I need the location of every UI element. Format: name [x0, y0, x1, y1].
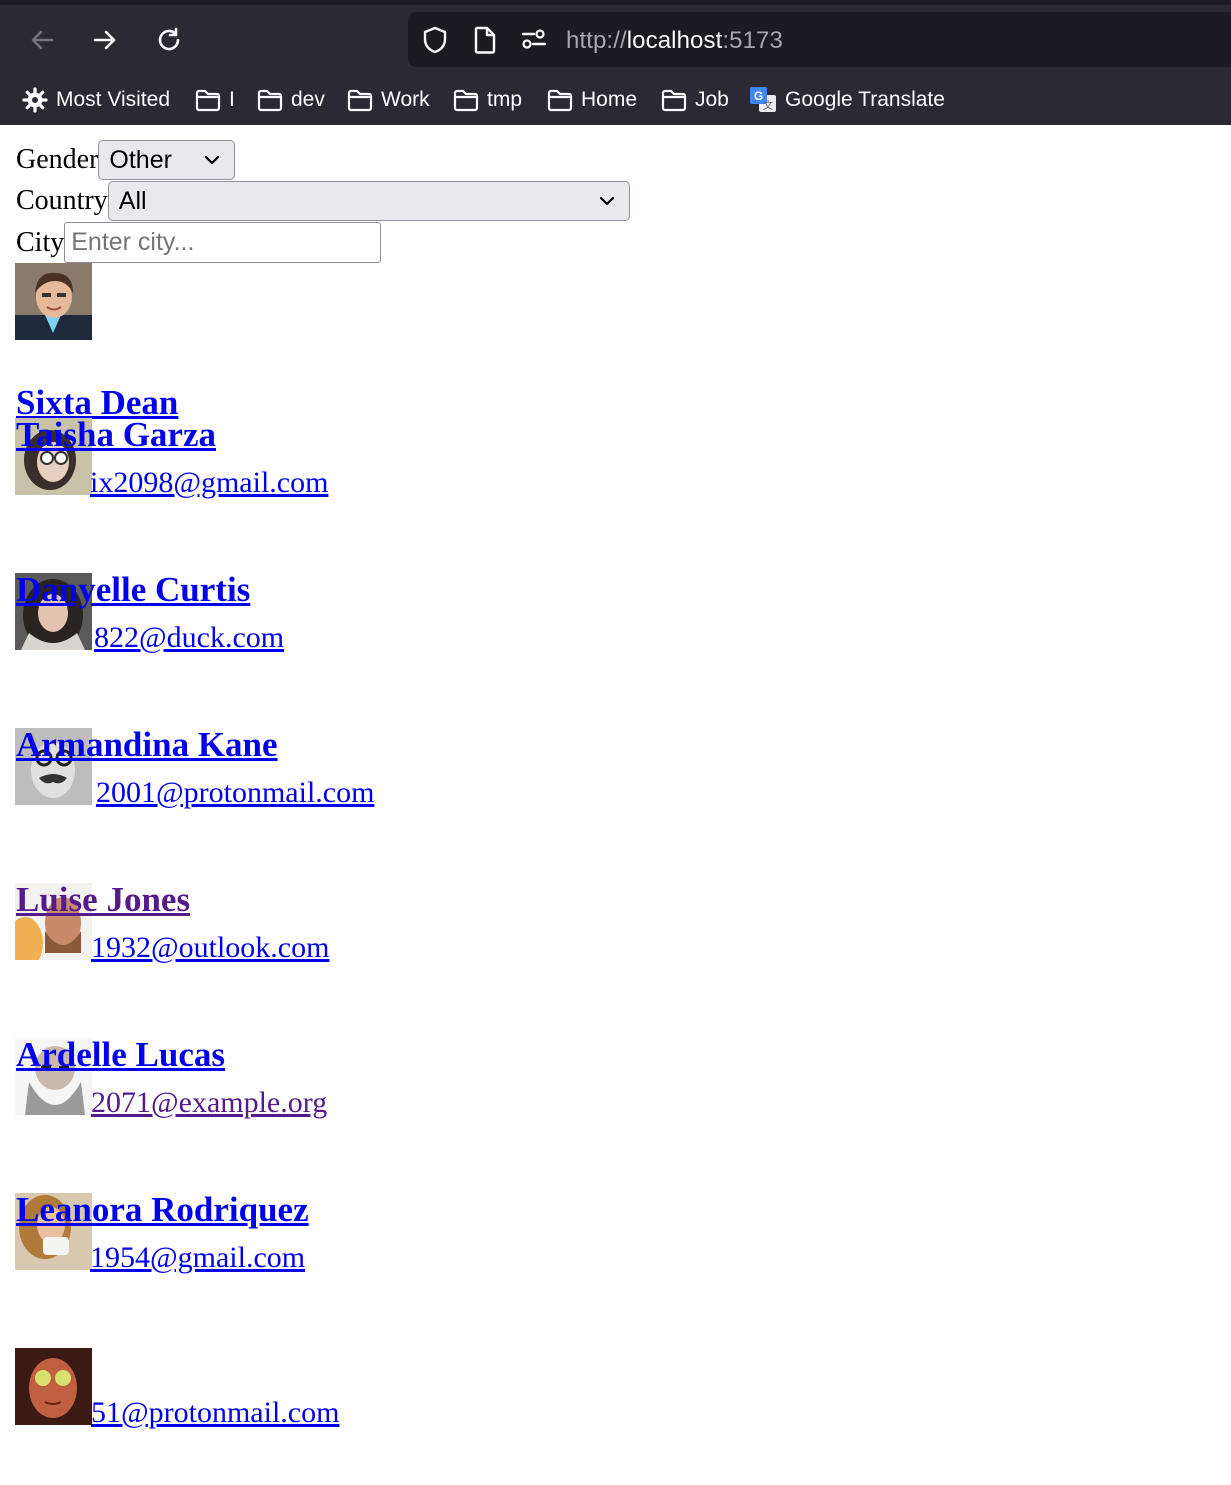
svg-text:G: G	[754, 89, 763, 103]
bookmarks-toolbar: Most Visited I dev Work tmp Home Job G 文…	[0, 80, 1231, 120]
page-icon[interactable]	[472, 25, 498, 55]
bookmark-folder-tmp[interactable]: tmp	[453, 84, 522, 116]
gear-icon	[22, 87, 48, 113]
url-host: localhost	[626, 27, 723, 54]
user-name-link[interactable]: Ardelle Lucas	[16, 1037, 225, 1072]
reload-button[interactable]	[151, 22, 187, 58]
bookmark-folder-home[interactable]: Home	[547, 84, 637, 116]
url-port: :5173	[722, 27, 783, 54]
country-filter: Country All	[16, 181, 630, 221]
bookmark-folder-i[interactable]: I	[195, 84, 235, 116]
folder-icon	[661, 89, 687, 112]
city-input[interactable]: Enter city...	[64, 222, 382, 263]
user-name-link[interactable]: Danyelle Curtis	[16, 572, 250, 607]
user-card: Armandina Kane 1932@outlook.com	[15, 727, 715, 963]
folder-icon	[547, 89, 573, 112]
bookmark-label: Job	[695, 88, 729, 111]
bookmark-label: dev	[291, 88, 325, 111]
folder-icon	[257, 89, 283, 112]
folder-icon	[347, 89, 373, 112]
user-email-link[interactable]: 51@protonmail.com	[91, 1398, 339, 1428]
bookmark-label: I	[229, 88, 235, 111]
gender-select[interactable]: Other	[98, 140, 236, 180]
back-button[interactable]	[24, 22, 60, 58]
url-scheme: http://	[566, 27, 627, 54]
bookmark-label: tmp	[487, 88, 523, 111]
user-card: Ardelle Lucas 1954@gmail.com	[15, 1037, 715, 1273]
user-card: Luise Jones 2071@example.org	[15, 882, 715, 1118]
bookmark-folder-dev[interactable]: dev	[257, 84, 325, 116]
user-card: Leanora Rodriquez 51@protonmail.com	[15, 1192, 715, 1428]
folder-icon	[195, 89, 221, 112]
shield-icon[interactable]	[421, 25, 449, 55]
gender-filter: Gender Other	[16, 140, 236, 180]
avatar	[15, 1348, 92, 1425]
country-select-value: All	[118, 186, 147, 215]
country-label: Country	[16, 185, 108, 216]
bookmark-label: Work	[381, 88, 430, 111]
forward-arrow-icon	[93, 30, 116, 50]
user-card: Taisha Garza 822@duck.com	[15, 417, 715, 653]
bookmark-folder-work[interactable]: Work	[347, 84, 430, 116]
city-input-placeholder: Enter city...	[71, 228, 195, 256]
user-name-link[interactable]: Armandina Kane	[16, 727, 278, 762]
city-filter: City Enter city...	[16, 222, 382, 263]
city-label: City	[16, 226, 65, 258]
chevron-down-icon	[599, 196, 614, 206]
avatar-photo	[15, 1348, 92, 1425]
bookmark-label: Home	[581, 88, 638, 111]
back-arrow-icon	[31, 30, 54, 50]
forward-button[interactable]	[87, 22, 123, 58]
user-name-link[interactable]: Luise Jones	[16, 882, 190, 917]
bookmark-google-translate[interactable]: G 文 Google Translate	[749, 84, 945, 116]
address-bar[interactable]: http://localhost:5173	[408, 12, 1231, 67]
reload-icon	[158, 27, 180, 51]
browser-chrome: http://localhost:5173 Most Visited I dev	[0, 0, 1231, 125]
folder-icon	[453, 89, 479, 112]
country-select[interactable]: All	[107, 181, 630, 221]
page-content: Gender Other Country All City Enter city…	[0, 125, 1231, 1485]
gender-label: Gender	[16, 144, 99, 175]
bookmark-label: Google Translate	[785, 88, 945, 111]
user-card: Danyelle Curtis 2001@protonmail.com	[15, 572, 715, 808]
tab-strip	[0, 0, 1231, 5]
bookmark-most-visited[interactable]: Most Visited	[22, 84, 170, 116]
user-name-link[interactable]: Leanora Rodriquez	[16, 1192, 309, 1227]
bookmark-label: Most Visited	[56, 88, 170, 111]
url-text[interactable]: http://localhost:5173	[566, 27, 783, 55]
permissions-icon[interactable]	[520, 25, 548, 53]
user-name-link[interactable]: Taisha Garza	[16, 417, 216, 452]
bookmark-folder-job[interactable]: Job	[661, 84, 729, 116]
user-card: Sixta Dean ix2098@gmail.com	[15, 263, 715, 498]
gender-select-value: Other	[109, 145, 172, 174]
chevron-down-icon	[205, 155, 220, 165]
svg-text:文: 文	[763, 99, 773, 112]
google-translate-icon: G 文	[750, 87, 776, 112]
